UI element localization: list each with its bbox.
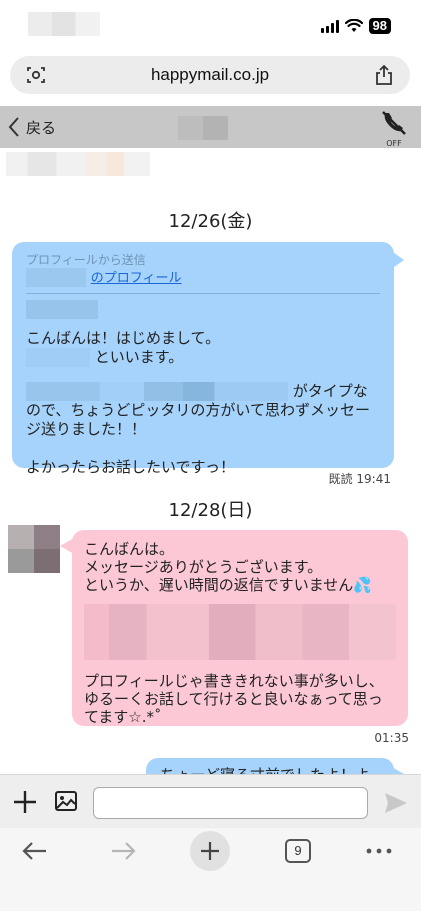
signal-icon (320, 19, 339, 33)
message-intro: こんばんは。 メッセージありがとうございます。 というか、遅い時間の返信ですいま… (84, 540, 372, 594)
share-icon[interactable] (374, 64, 394, 86)
profile-link[interactable]: のプロフィール (91, 271, 182, 286)
profile-from-label: プロフィールから送信 (26, 253, 146, 267)
read-status-time: 既読 19:41 (328, 472, 391, 486)
message-composer (0, 774, 421, 828)
message-greeting: こんばんは！はじめまして。 (26, 329, 221, 347)
profile-line: のプロフィール (26, 268, 380, 288)
new-tab-button[interactable] (190, 831, 230, 871)
plus-icon (201, 842, 219, 860)
date-separator: 12/28(日) (168, 500, 253, 521)
divider (26, 293, 380, 294)
date-separator: 12/26(金) (168, 211, 253, 232)
image-icon[interactable] (54, 789, 78, 813)
blurred-text (26, 300, 98, 319)
bubble-tail (390, 250, 404, 270)
tab-count-button[interactable]: 9 (285, 839, 311, 863)
call-off-button[interactable]: OFF (379, 109, 409, 148)
page-settings-icon[interactable] (26, 66, 46, 84)
message-type-line: がタイプな (292, 382, 368, 400)
message-body: ので、ちょうどピッタリの方がいて思わずメッセージ送りました！！ よかったらお話し… (26, 401, 370, 476)
blurred-text (84, 604, 396, 660)
back-button[interactable]: 戻る (8, 114, 56, 140)
back-arrow-icon[interactable] (20, 838, 50, 864)
message-input[interactable] (93, 787, 368, 819)
incoming-message-bubble: こんばんは。 メッセージありがとうございます。 というか、遅い時間の返信ですいま… (72, 530, 408, 726)
chat-header: 戻る OFF (0, 106, 421, 148)
browser-toolbar: 9 (0, 828, 421, 911)
battery-indicator: 98 (368, 18, 391, 34)
avatar[interactable] (8, 525, 60, 573)
phone-off-icon (382, 111, 406, 135)
blurred-text (26, 382, 288, 401)
url-bar[interactable]: happymail.co.jp (10, 56, 410, 94)
status-icons: 98 (320, 18, 391, 34)
blurred-text (26, 348, 90, 367)
message-body: プロフィールじゃ書ききれない事が多いし、ゆるーくお話して行けると良いなぁって思っ… (84, 672, 384, 726)
wifi-icon (344, 19, 363, 32)
plus-icon[interactable] (12, 789, 38, 815)
forward-arrow-icon[interactable] (108, 838, 138, 864)
partner-name-blurred (178, 116, 228, 140)
blurred-name (26, 268, 86, 287)
status-bar: 98 (0, 0, 421, 50)
url-text[interactable]: happymail.co.jp (151, 65, 269, 85)
message-time: 01:35 (374, 731, 409, 745)
send-icon[interactable] (383, 791, 409, 815)
more-icon[interactable] (364, 838, 394, 864)
chevron-left-icon (8, 117, 19, 137)
call-off-label: OFF (386, 139, 402, 148)
status-time-blurred (28, 12, 100, 36)
outgoing-message-bubble: プロフィールから送信 のプロフィール こんばんは！はじめまして。 といいます。 … (12, 242, 394, 476)
back-label: 戻る (26, 118, 57, 137)
partner-info-blurred (6, 152, 150, 176)
message-name-line: といいます。 (94, 348, 184, 366)
